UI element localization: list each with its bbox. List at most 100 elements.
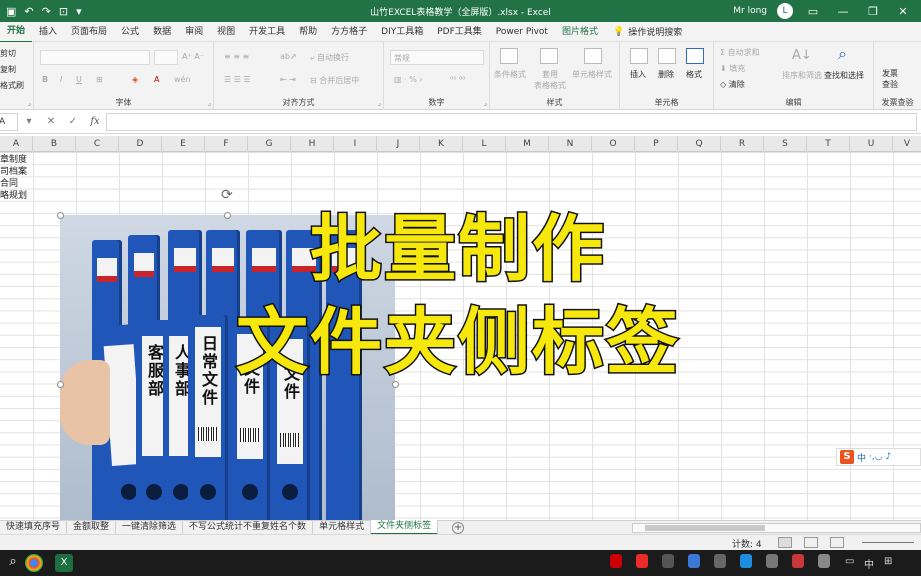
clipboard-launcher-icon[interactable]: ⌟ [28, 99, 31, 107]
phonetic-icon[interactable]: wén [174, 75, 191, 84]
sheet-tab[interactable]: 金额取整 [67, 521, 117, 534]
number-launcher-icon[interactable]: ⌟ [484, 99, 487, 107]
font-grow-icon[interactable]: A⁺ A⁻ [182, 52, 204, 61]
column-header[interactable]: V [893, 136, 921, 152]
cancel-icon[interactable]: ✕ [40, 116, 62, 127]
column-header[interactable]: L [463, 136, 506, 152]
orientation-icon[interactable]: ab↗ [280, 52, 297, 61]
scroll-thumb[interactable] [645, 525, 765, 531]
tab-review[interactable]: 审阅 [178, 22, 210, 42]
customize-qa-icon[interactable]: ▾ [76, 5, 82, 18]
close-button[interactable]: ✕ [893, 5, 913, 18]
tab-page-layout[interactable]: 页面布局 [64, 22, 114, 42]
tab-data[interactable]: 数据 [146, 22, 178, 42]
decimal-icon[interactable]: ⁰⁰ ⁰⁰ [450, 75, 465, 84]
horizontal-scrollbar[interactable] [632, 523, 921, 533]
insert-cells-icon[interactable] [630, 48, 648, 64]
accounting-icon[interactable]: ▥ · % › [394, 75, 423, 84]
column-header[interactable]: C [76, 136, 119, 152]
column-header[interactable]: M [506, 136, 549, 152]
tab-pdf[interactable]: PDF工具集 [430, 22, 489, 42]
invoice-check-button[interactable]: 发票 查验 [882, 68, 898, 90]
column-header[interactable]: A [0, 136, 33, 152]
conditional-format-icon[interactable] [500, 48, 518, 64]
autosum-button[interactable]: Σ 自动求和 [720, 47, 760, 58]
tray-ime-icon[interactable]: ⊞ [884, 556, 892, 567]
column-header[interactable]: U [850, 136, 893, 152]
user-name[interactable]: Mr long [733, 6, 767, 16]
tab-view[interactable]: 视图 [210, 22, 242, 42]
font-name-select[interactable] [40, 50, 150, 65]
network-icon[interactable]: ▭ [845, 556, 854, 567]
delete-cells-label[interactable]: 删除 [658, 69, 674, 80]
number-format-select[interactable]: 常规 [390, 50, 484, 65]
column-header[interactable]: R [721, 136, 764, 152]
sheet-tab[interactable]: 快速填充序号 [0, 521, 68, 534]
tray-language[interactable]: 中 [864, 556, 874, 571]
tray-app-icon[interactable] [688, 554, 700, 568]
font-size-select[interactable] [154, 50, 178, 65]
column-header[interactable]: P [635, 136, 678, 152]
chrome-icon[interactable] [25, 554, 43, 572]
border-icon[interactable]: ⊞ [96, 75, 103, 84]
format-cells-label[interactable]: 格式 [686, 69, 702, 80]
rotate-handle-icon[interactable]: ⟳ [221, 187, 233, 203]
insert-cells-label[interactable]: 插入 [630, 69, 646, 80]
tell-me-box[interactable]: 💡 操作说明搜索 [605, 25, 682, 39]
align-left-icon[interactable]: ☰ ☰ ☰ [224, 75, 251, 84]
sort-filter-label[interactable]: 排序和筛选 [782, 70, 822, 81]
tray-app-icon[interactable] [740, 554, 752, 568]
zoom-slider[interactable] [862, 542, 914, 543]
minimize-button[interactable]: — [833, 5, 853, 18]
column-header[interactable]: G [248, 136, 291, 152]
redo-icon[interactable]: ↷ [42, 5, 51, 18]
column-header[interactable]: D [119, 136, 162, 152]
excel-taskbar-icon[interactable]: X [55, 554, 73, 572]
name-box[interactable]: A [0, 112, 18, 131]
insert-function-icon[interactable]: fx [84, 116, 106, 127]
format-cells-icon[interactable] [686, 48, 704, 64]
normal-view-button[interactable] [778, 537, 792, 548]
format-painter-button[interactable]: 格式刷 [0, 80, 24, 91]
align-top-icon[interactable]: ≡ ≡ ≡ [224, 52, 249, 61]
indent-icon[interactable]: ⇤ ⇥ [280, 75, 296, 84]
cell-style-label[interactable]: 单元格样式 [572, 69, 612, 80]
sheet-tab[interactable]: 单元格样式 [313, 521, 372, 534]
tab-developer[interactable]: 开发工具 [242, 22, 292, 42]
ime-toolbar[interactable]: S 中 ·,◡ ♪ [836, 448, 921, 466]
column-header[interactable]: Q [678, 136, 721, 152]
tab-home[interactable]: 开始 [0, 21, 33, 43]
restore-button[interactable]: ❐ [863, 5, 883, 18]
table-format-label[interactable]: 套用 表格格式 [534, 69, 566, 91]
column-header[interactable]: N [549, 136, 592, 152]
font-launcher-icon[interactable]: ⌟ [208, 99, 211, 107]
tray-app-icon[interactable] [662, 554, 674, 568]
namebox-dropdown-icon[interactable]: ▾ [18, 116, 40, 127]
resize-handle[interactable] [224, 212, 231, 219]
cut-button[interactable]: 剪切 [0, 48, 16, 59]
cell-style-icon[interactable] [584, 48, 602, 64]
column-header[interactable]: T [807, 136, 850, 152]
cell-a4[interactable]: 略规划 [0, 188, 27, 201]
tray-app-icon[interactable] [636, 554, 648, 568]
tab-diy[interactable]: DIY工具箱 [374, 22, 430, 42]
undo-icon[interactable]: ↶ [24, 5, 33, 18]
sheet-tab-active[interactable]: 文件夹侧标签 [371, 520, 439, 535]
fill-color-icon[interactable]: ◈ [132, 75, 138, 84]
find-select-label[interactable]: 查找和选择 [824, 70, 864, 81]
font-color-icon[interactable]: A [154, 75, 159, 84]
alignment-launcher-icon[interactable]: ⌟ [378, 99, 381, 107]
italic-icon[interactable]: I [60, 75, 62, 84]
avatar[interactable]: L [777, 3, 793, 19]
tray-app-icon[interactable] [610, 554, 622, 568]
column-header[interactable]: J [377, 136, 420, 152]
page-break-view-button[interactable] [830, 537, 844, 548]
tray-app-icon[interactable] [714, 554, 726, 568]
tab-fangfang[interactable]: 方方格子 [324, 22, 374, 42]
search-icon[interactable]: ⌕ [4, 554, 22, 572]
column-header[interactable]: K [420, 136, 463, 152]
tray-app-icon[interactable] [766, 554, 778, 568]
merge-center-button[interactable]: ⊟ 合并后居中 [310, 75, 359, 86]
underline-icon[interactable]: U [76, 75, 82, 84]
tab-insert[interactable]: 插入 [32, 22, 64, 42]
